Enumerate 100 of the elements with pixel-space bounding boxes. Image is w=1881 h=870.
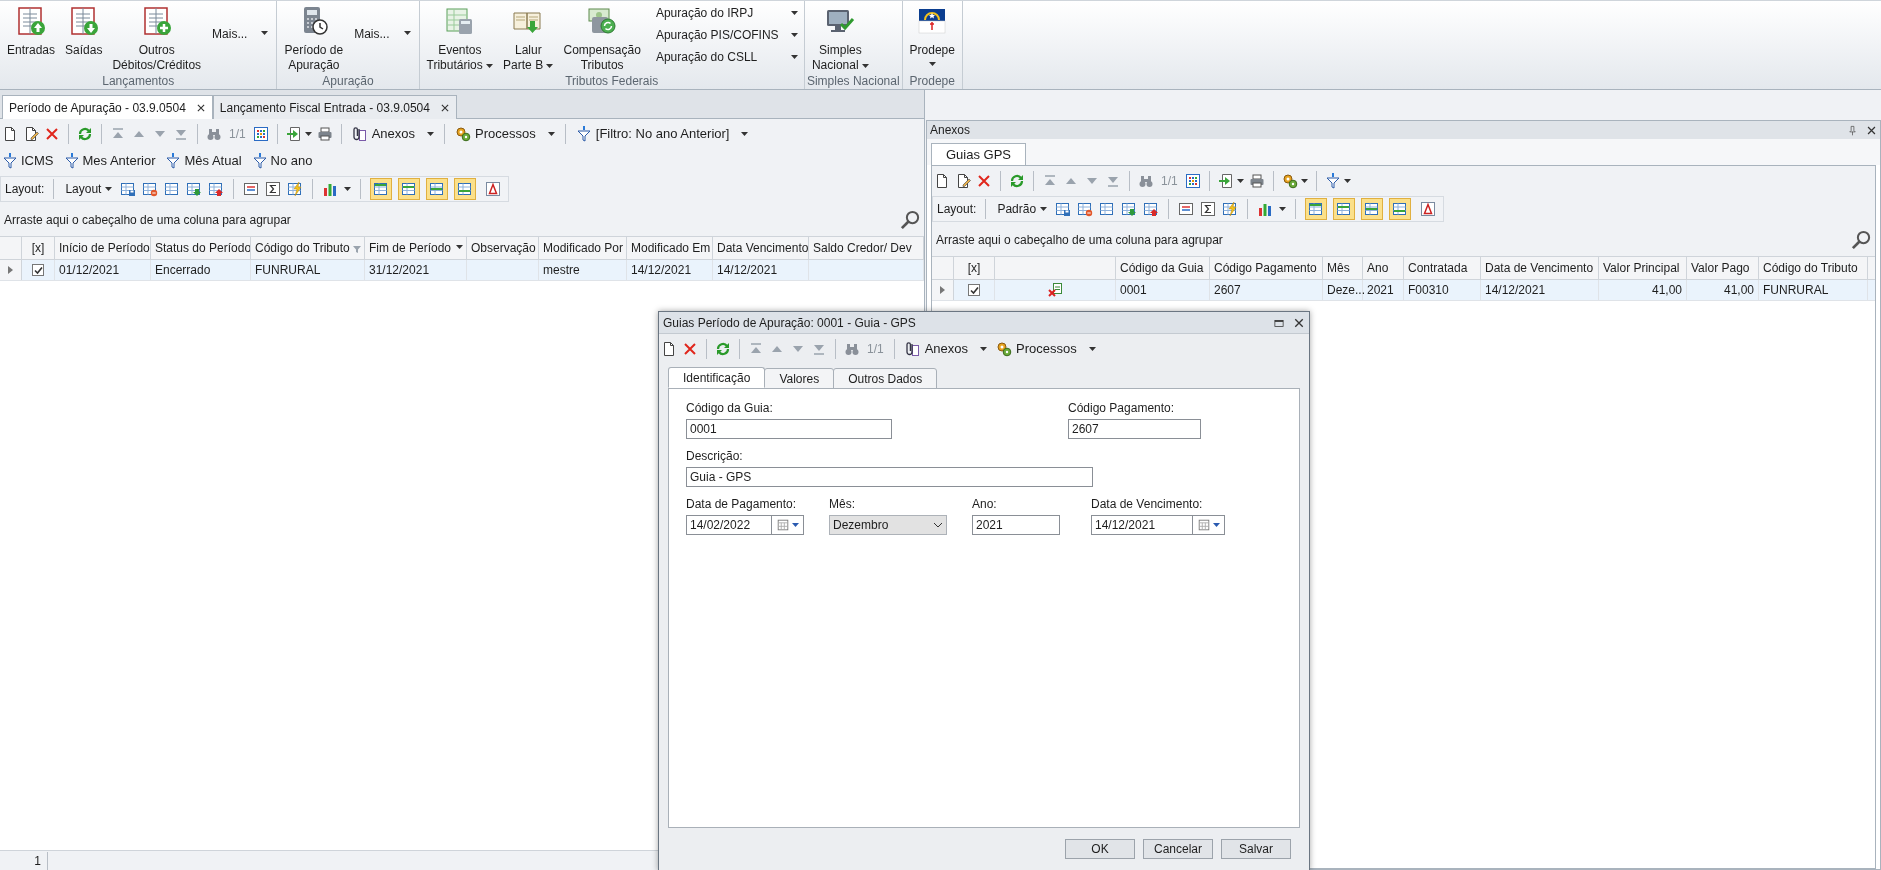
caret-icon[interactable]	[792, 523, 799, 527]
tab[interactable]: Outros Dados	[833, 368, 938, 389]
gears-icon[interactable]	[1281, 173, 1298, 189]
dropdown-button[interactable]: Anexos	[349, 122, 437, 146]
search-icon[interactable]	[1851, 230, 1871, 250]
view-toggle[interactable]	[1333, 198, 1356, 220]
printer-icon[interactable]	[1248, 173, 1265, 189]
filter-button[interactable]: Mes Anterior	[63, 151, 156, 171]
document-icon[interactable]	[661, 341, 677, 357]
caret-icon[interactable]	[1213, 523, 1220, 527]
document-tab[interactable]: Lançamento Fiscal Entrada - 03.9.0504	[212, 95, 457, 119]
date-input[interactable]: 14/12/2021	[1092, 516, 1192, 534]
refresh-icon[interactable]	[715, 341, 731, 357]
dropdown-button[interactable]: Processos	[994, 337, 1098, 361]
column-header[interactable]: Código do Tributo	[251, 237, 365, 259]
refresh-icon[interactable]	[77, 126, 93, 142]
table-remove-icon[interactable]	[142, 181, 159, 197]
view-toggle[interactable]	[398, 178, 421, 200]
input-field[interactable]: 0001	[686, 419, 892, 439]
ribbon-button[interactable]: Eventos Tributários	[421, 1, 499, 73]
delete-icon[interactable]	[976, 173, 992, 189]
column-header[interactable]: Código do Tributo	[1759, 257, 1868, 279]
checkbox[interactable]	[32, 264, 44, 276]
view-toggle[interactable]	[454, 178, 477, 200]
input-field[interactable]: Guia - GPS	[686, 467, 1093, 487]
ribbon-menu-button[interactable]: Apuração do CSLL	[651, 46, 802, 68]
document-tab[interactable]: Período de Apuração - 03.9.0504	[2, 95, 213, 119]
ribbon-button[interactable]: Saídas	[60, 1, 108, 73]
column-header[interactable]: Código da Guia	[1116, 257, 1210, 279]
column-header[interactable]: Mês	[1323, 257, 1363, 279]
dropdown-button[interactable]: Processos	[453, 122, 557, 146]
grid-icon[interactable]	[252, 126, 269, 142]
layout-dropdown[interactable]: Padrão	[995, 200, 1050, 218]
dropdown-button[interactable]: [Filtro: No ano Anterior]	[573, 122, 751, 146]
view-toggle[interactable]	[1361, 198, 1384, 220]
ribbon-button[interactable]: Período de Apuração	[279, 1, 349, 73]
dialog-button[interactable]: Salvar	[1221, 839, 1291, 859]
column-header[interactable]: Saldo Credor/ Dev	[809, 237, 924, 259]
view-toggle[interactable]	[1305, 198, 1328, 220]
binoculars-icon[interactable]	[206, 126, 222, 142]
table-edit-icon[interactable]	[1222, 201, 1239, 217]
columns-icon[interactable]	[1178, 201, 1195, 217]
delete-icon[interactable]	[44, 126, 60, 142]
ribbon-button[interactable]: Prodepe	[904, 1, 960, 73]
ribbon-button[interactable]: Compensação Tributos	[558, 1, 646, 73]
ribbon-button[interactable]: Outros Débitos/Créditos	[107, 1, 207, 73]
date-field[interactable]: 14/02/2022	[686, 515, 804, 535]
table-row[interactable]: 01/12/2021 Encerrado FUNRURAL 31/12/2021 mestre 14/12/2021 14/12/2021	[0, 260, 924, 281]
column-header[interactable]: [x]	[22, 237, 55, 259]
table-upload-icon[interactable]	[208, 181, 225, 197]
column-header[interactable]: Ano	[1363, 257, 1404, 279]
ribbon-button[interactable]: Lalur Parte B	[498, 1, 559, 73]
table-icon[interactable]	[164, 181, 181, 197]
dropdown-button[interactable]: Anexos	[902, 337, 990, 361]
ribbon-menu-button[interactable]: Mais...	[206, 1, 275, 73]
date-field[interactable]: 14/12/2021	[1091, 515, 1225, 535]
ribbon-menu-button[interactable]: Apuração do IRPJ	[651, 2, 802, 24]
export-icon[interactable]	[1217, 173, 1234, 189]
view-toggle[interactable]	[426, 178, 449, 200]
pin-icon[interactable]	[1847, 124, 1858, 136]
ribbon-button[interactable]: Entradas	[2, 1, 61, 73]
filter-icon[interactable]	[1324, 173, 1341, 189]
dialog-button[interactable]: OK	[1065, 839, 1135, 859]
column-header[interactable]: Status do Período	[151, 237, 251, 259]
table-edit-icon[interactable]	[287, 181, 304, 197]
column-header[interactable]: Observação	[467, 237, 539, 259]
printer-icon[interactable]	[316, 126, 333, 142]
refresh-icon[interactable]	[1009, 173, 1025, 189]
date-input[interactable]: 14/02/2022	[687, 516, 771, 534]
close-icon[interactable]	[1866, 124, 1877, 136]
columns-icon[interactable]	[243, 181, 260, 197]
input-field[interactable]: 2021	[972, 515, 1060, 535]
view-toggle[interactable]	[370, 178, 393, 200]
table-remove-icon[interactable]	[1077, 201, 1094, 217]
column-header[interactable]: Valor Principal	[1599, 257, 1687, 279]
table-upload-icon[interactable]	[1143, 201, 1160, 217]
bar-chart-icon[interactable]	[1257, 201, 1274, 217]
column-header[interactable]: Fim de Período	[365, 237, 467, 259]
table-save-icon[interactable]	[1055, 201, 1072, 217]
tab[interactable]: Guias GPS	[931, 143, 1027, 165]
select-field[interactable]: Dezembro	[829, 515, 947, 535]
ribbon-button[interactable]: Simples Nacional	[806, 1, 874, 73]
sigma-icon[interactable]	[1200, 201, 1217, 217]
column-header[interactable]: Código Pagamento	[1210, 257, 1323, 279]
view-toggle[interactable]	[1389, 198, 1412, 220]
checkbox[interactable]	[968, 284, 980, 296]
sigma-icon[interactable]	[265, 181, 282, 197]
layout-dropdown[interactable]: Layout	[63, 180, 115, 198]
edit-document-icon[interactable]	[955, 173, 971, 189]
table-icon[interactable]	[1099, 201, 1116, 217]
table-download-icon[interactable]	[1121, 201, 1138, 217]
column-header[interactable]: Data Vencimento	[713, 237, 809, 259]
close-icon[interactable]	[195, 102, 206, 113]
column-header[interactable]: Modificado Em	[627, 237, 713, 259]
tab[interactable]: Identificação	[668, 367, 766, 388]
binoculars-icon[interactable]	[844, 341, 860, 357]
delete-icon[interactable]	[682, 341, 698, 357]
input-field[interactable]: 2607	[1068, 419, 1201, 439]
document-icon[interactable]	[934, 173, 950, 189]
bar-chart-icon[interactable]	[322, 181, 339, 197]
